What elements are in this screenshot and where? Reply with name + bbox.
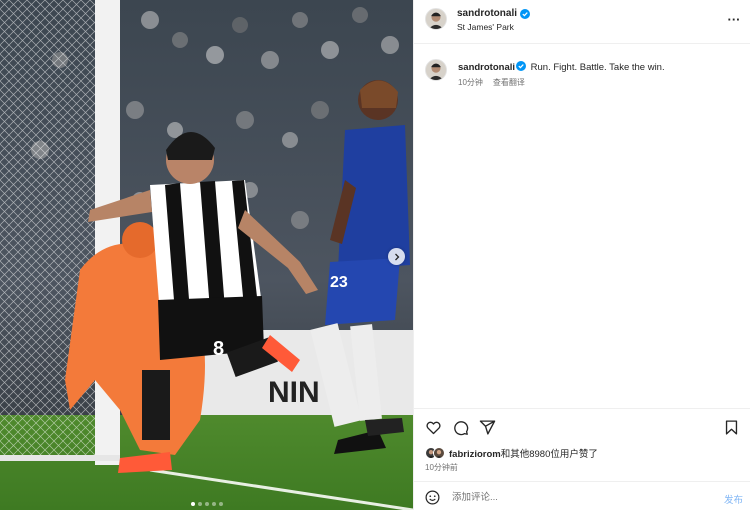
avatar[interactable] xyxy=(425,8,447,30)
next-photo-button[interactable] xyxy=(388,248,405,265)
more-options-button[interactable]: ··· xyxy=(727,11,741,27)
caption-username[interactable]: sandrotonali xyxy=(458,62,515,73)
like-button[interactable] xyxy=(425,419,442,436)
post-photo: NIN 8 23 xyxy=(0,0,413,510)
username[interactable]: sandrotonali xyxy=(457,8,517,19)
verified-badge-icon xyxy=(516,61,527,71)
caption-meta: 10分钟 查看翻译 xyxy=(458,77,525,88)
post-details-panel: sandrotonali St James' Park ··· sandroto… xyxy=(413,0,750,510)
send-icon xyxy=(479,420,496,435)
likes-summary[interactable]: fabriziorom和其他8980位用户赞了 xyxy=(425,446,598,460)
likes-text: fabriziorom和其他8980位用户赞了 xyxy=(449,446,598,460)
svg-text:8: 8 xyxy=(213,338,224,360)
verified-badge-icon xyxy=(520,8,531,19)
chevron-right-icon xyxy=(394,253,399,260)
caption-text: Run. Fight. Battle. Take the win. xyxy=(530,62,665,73)
emoji-button[interactable] xyxy=(425,490,440,505)
profile-picture xyxy=(426,60,446,80)
carousel-dot xyxy=(211,502,216,506)
profile-picture xyxy=(426,9,446,29)
liker-username[interactable]: fabriziorom xyxy=(449,449,501,460)
caption: sandrotonali Run. Fight. Battle. Take th… xyxy=(458,61,665,73)
post-comment-button[interactable]: 发布 xyxy=(724,492,743,506)
caption-time: 10分钟 xyxy=(458,78,483,87)
carousel-dot xyxy=(190,502,195,506)
comment-button[interactable] xyxy=(452,419,469,436)
comment-icon xyxy=(454,421,469,436)
svg-text:NIN: NIN xyxy=(268,376,320,409)
likes-count-text[interactable]: 和其他8980位用户赞了 xyxy=(501,449,598,460)
carousel-indicator xyxy=(0,502,413,506)
see-translation-link[interactable]: 查看翻译 xyxy=(493,77,525,88)
post-timestamp: 10分钟前 xyxy=(425,463,458,472)
more-icon: ··· xyxy=(727,11,741,27)
heart-icon xyxy=(426,421,441,435)
username-link[interactable]: sandrotonali xyxy=(457,8,531,19)
share-button[interactable] xyxy=(479,419,496,436)
bookmark-icon xyxy=(725,420,738,435)
comment-input[interactable] xyxy=(452,489,692,505)
svg-text:23: 23 xyxy=(330,274,348,291)
caption-row: sandrotonali Run. Fight. Battle. Take th… xyxy=(414,52,750,92)
location-link[interactable]: St James' Park xyxy=(457,22,514,32)
post-media[interactable]: NIN 8 23 xyxy=(0,0,413,510)
save-button[interactable] xyxy=(723,419,740,436)
carousel-dot xyxy=(197,502,202,506)
post-header: sandrotonali St James' Park ··· xyxy=(414,0,750,44)
carousel-dot xyxy=(204,502,209,506)
action-bar xyxy=(414,408,750,444)
comment-bar: 发布 xyxy=(414,481,750,510)
emoji-icon xyxy=(425,490,440,505)
carousel-dot xyxy=(218,502,223,506)
liker-avatar xyxy=(433,447,445,459)
avatar[interactable] xyxy=(425,59,447,81)
